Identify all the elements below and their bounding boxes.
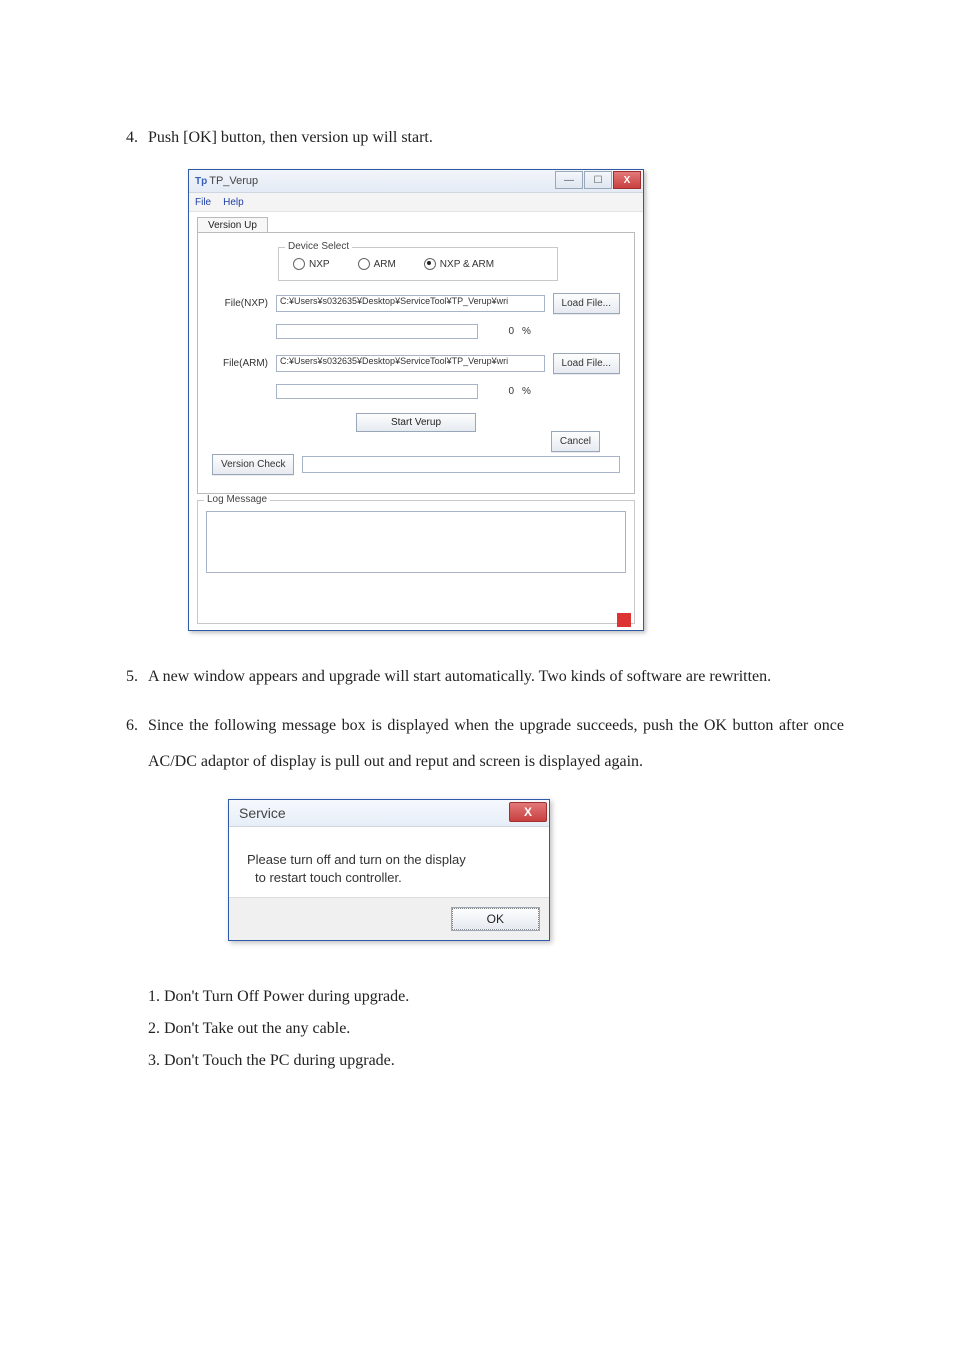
tab-version-up[interactable]: Version Up xyxy=(197,217,268,233)
list-number-4: 4. xyxy=(110,120,148,155)
path-nxp-input[interactable]: C:¥Users¥s032635¥Desktop¥ServiceTool¥TP_… xyxy=(276,295,545,312)
close-icon[interactable]: X xyxy=(613,171,641,189)
device-select-group: Device Select NXP ARM NXP & ARM xyxy=(278,247,558,281)
progress-arm-value: 0 xyxy=(486,386,514,397)
progress-nxp xyxy=(276,324,478,339)
list-text-5: A new window appears and upgrade will st… xyxy=(148,659,844,694)
ok-button[interactable]: OK xyxy=(452,908,539,930)
radio-nxp-arm[interactable]: NXP & ARM xyxy=(424,258,494,270)
radio-nxp[interactable]: NXP xyxy=(293,258,330,270)
progress-arm xyxy=(276,384,478,399)
percent-sign: % xyxy=(522,326,531,337)
list-text-4: Push [OK] button, then version up will s… xyxy=(148,120,844,155)
minimize-icon[interactable]: — xyxy=(555,171,583,189)
note-2: 2. Don't Take out the any cable. xyxy=(148,1013,844,1045)
list-text-6: Since the following message box is displ… xyxy=(148,708,844,778)
start-verup-button[interactable]: Start Verup xyxy=(356,413,476,432)
window-title: TpTP_Verup xyxy=(195,175,258,187)
cancel-button[interactable]: Cancel xyxy=(551,431,600,452)
menu-help[interactable]: Help xyxy=(223,197,244,208)
note-3: 3. Don't Touch the PC during upgrade. xyxy=(148,1045,844,1077)
maximize-icon[interactable]: ☐ xyxy=(584,171,612,189)
label-file-arm: File(ARM) xyxy=(212,358,268,369)
percent-sign-arm: % xyxy=(522,386,531,397)
log-textarea[interactable] xyxy=(206,511,626,573)
service-titlebar: Service X xyxy=(229,800,549,827)
version-check-output xyxy=(302,456,620,473)
tp-verup-window: TpTP_Verup — ☐ X File Help Version Up De… xyxy=(188,169,644,631)
service-dialog: Service X Please turn off and turn on th… xyxy=(228,799,550,941)
path-arm-input[interactable]: C:¥Users¥s032635¥Desktop¥ServiceTool¥TP_… xyxy=(276,355,545,372)
note-1: 1. Don't Turn Off Power during upgrade. xyxy=(148,981,844,1013)
titlebar: TpTP_Verup — ☐ X xyxy=(189,170,643,193)
service-message: Please turn off and turn on the display … xyxy=(229,827,549,897)
log-message-group: Log Message xyxy=(197,500,635,624)
label-file-nxp: File(NXP) xyxy=(212,298,268,309)
menubar: File Help xyxy=(189,193,643,212)
list-number-5: 5. xyxy=(110,659,148,694)
progress-nxp-value: 0 xyxy=(486,326,514,337)
version-check-button[interactable]: Version Check xyxy=(212,454,294,475)
group-title-device: Device Select xyxy=(285,241,352,252)
service-close-icon[interactable]: X xyxy=(509,802,547,822)
service-title: Service xyxy=(239,805,286,821)
radio-arm[interactable]: ARM xyxy=(358,258,396,270)
load-file-nxp-button[interactable]: Load File... xyxy=(553,293,620,314)
list-number-6: 6. xyxy=(110,708,148,778)
load-file-arm-button[interactable]: Load File... xyxy=(553,353,620,374)
menu-file[interactable]: File xyxy=(195,197,211,208)
resize-grip-icon[interactable] xyxy=(617,613,631,627)
group-title-log: Log Message xyxy=(204,494,270,505)
